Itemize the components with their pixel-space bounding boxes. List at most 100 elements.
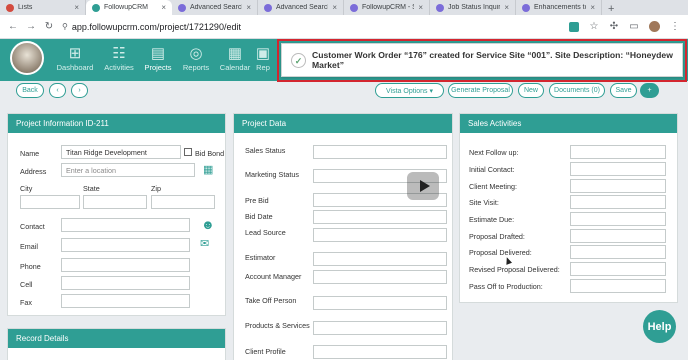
take-off-person-field[interactable] — [313, 296, 447, 310]
tab-favicon-icon — [350, 3, 358, 12]
initial-contact-field[interactable] — [570, 162, 666, 176]
pass-off-to-production-field[interactable] — [570, 279, 666, 293]
revised-proposal-delivered-field[interactable] — [570, 262, 666, 276]
browser-tab-advanced-search-2[interactable]: Advanced Search × — [258, 0, 344, 15]
phone-label: Phone — [20, 262, 41, 271]
browser-tab-bar: Lists × FollowupCRM × Advanced Search × Adv… — [0, 0, 688, 15]
browser-menu-icon[interactable]: ⋮ — [670, 21, 680, 32]
bookmark-star-icon[interactable]: ☆ — [589, 21, 599, 32]
envelope-icon[interactable]: ✉ — [200, 237, 209, 250]
site-info-icon[interactable]: ⚲ — [62, 22, 68, 31]
next-button[interactable]: › — [71, 83, 88, 98]
bid-bond-checkbox[interactable] — [184, 148, 192, 156]
lead-source-label: Lead Source — [245, 228, 286, 237]
back-arrow-icon[interactable]: ← — [8, 21, 18, 32]
url-field[interactable]: ⚲ app.followupcrm.com/project/1721290/edi… — [62, 22, 561, 32]
fax-field[interactable] — [61, 294, 190, 308]
sales-status-field[interactable] — [313, 145, 447, 159]
site-visit-label: Site Visit: — [469, 198, 499, 207]
extension-icon[interactable] — [569, 21, 579, 32]
nav-label: Calendar — [219, 63, 251, 72]
address-bar: ← → ↻ ⚲ app.followupcrm.com/project/17212… — [0, 15, 688, 39]
browser-tab-followupcrm-s[interactable]: FollowupCRM - S × — [344, 0, 430, 15]
close-icon[interactable]: × — [590, 3, 595, 12]
marketing-status-label: Marketing Status — [245, 170, 299, 179]
rep-icon: ▣ — [255, 45, 271, 62]
new-button[interactable]: New — [518, 83, 544, 98]
back-button[interactable]: Back — [16, 83, 44, 98]
products-services-field[interactable] — [313, 321, 447, 335]
name-field[interactable] — [61, 145, 181, 159]
nav-label: Reports — [182, 63, 210, 72]
tab-title: Advanced Search — [190, 4, 243, 11]
phone-field[interactable] — [61, 258, 190, 272]
reload-icon[interactable]: ↻ — [44, 21, 54, 32]
next-follow-up-field[interactable] — [570, 145, 666, 159]
play-icon[interactable] — [407, 172, 439, 200]
close-icon[interactable]: × — [418, 3, 423, 12]
panel-title: Project Information ID-211 — [8, 114, 225, 133]
city-field[interactable] — [20, 195, 80, 209]
tab-title: FollowupCRM - S — [362, 4, 415, 11]
cast-icon[interactable]: ▭ — [629, 21, 639, 32]
address-label: Address — [20, 167, 47, 176]
cell-field[interactable] — [61, 276, 190, 290]
nav-dashboard[interactable]: ⊞ Dashboard — [52, 45, 98, 72]
tab-favicon-icon — [436, 3, 444, 12]
email-field[interactable] — [61, 238, 190, 252]
proposal-drafted-label: Proposal Drafted: — [469, 232, 525, 241]
contact-field[interactable] — [61, 218, 190, 232]
browser-tab-enhancements[interactable]: Enhancements to × — [516, 0, 602, 15]
documents-button[interactable]: Documents (0) — [549, 83, 605, 98]
browser-tab-job-status[interactable]: Job Status Inquiry × — [430, 0, 516, 15]
sales-activities-panel: Sales Activities Next Follow up: Initial… — [459, 113, 678, 303]
add-button[interactable]: + — [640, 83, 659, 98]
puzzle-extensions-icon[interactable]: ✣ — [609, 21, 619, 32]
state-field[interactable] — [83, 195, 147, 209]
nav-label: Projects — [144, 63, 172, 72]
forward-arrow-icon[interactable]: → — [26, 21, 36, 32]
estimator-field[interactable] — [313, 252, 447, 266]
contact-card-icon[interactable]: ☻ — [201, 217, 215, 232]
url-text: app.followupcrm.com/project/1721290/edit — [71, 21, 241, 32]
client-meeting-field[interactable] — [570, 179, 666, 193]
account-manager-field[interactable] — [313, 270, 447, 284]
bid-date-field[interactable] — [313, 210, 447, 224]
map-icon[interactable]: ▦ — [203, 163, 213, 176]
tab-title: FollowupCRM — [104, 4, 148, 11]
client-profile-field[interactable] — [313, 345, 447, 359]
close-icon[interactable]: × — [74, 3, 79, 12]
profile-avatar[interactable] — [649, 21, 660, 32]
tab-favicon-icon — [264, 3, 272, 12]
save-button[interactable]: Save — [610, 83, 637, 98]
help-button[interactable]: Help — [643, 310, 676, 343]
nav-rep[interactable]: ▣ Rep — [250, 45, 276, 72]
close-icon[interactable]: × — [332, 3, 337, 12]
tab-favicon-icon — [92, 3, 100, 12]
panel-title: Project Data — [234, 114, 452, 133]
close-icon[interactable]: × — [161, 3, 166, 12]
zip-field[interactable] — [151, 195, 215, 209]
tab-title: Enhancements to — [534, 4, 587, 11]
address-field[interactable] — [61, 163, 195, 177]
vista-options-button[interactable]: Vista Options ▾ — [375, 83, 444, 98]
new-tab-button[interactable]: + — [602, 3, 620, 15]
record-details-panel: Record Details — [7, 328, 226, 360]
browser-tab-lists[interactable]: Lists × — [0, 0, 86, 15]
highlight-box — [277, 39, 687, 82]
proposal-delivered-label: Proposal Delivered: — [469, 248, 532, 257]
proposal-drafted-field[interactable] — [570, 229, 666, 243]
site-visit-field[interactable] — [570, 195, 666, 209]
previous-button[interactable]: ‹ — [49, 83, 66, 98]
client-meeting-label: Client Meeting: — [469, 182, 517, 191]
nav-label: Rep — [256, 63, 270, 72]
generate-proposal-button[interactable]: Generate Proposal — [448, 83, 513, 98]
close-icon[interactable]: × — [246, 3, 251, 12]
proposal-delivered-field[interactable] — [570, 245, 666, 259]
close-icon[interactable]: × — [504, 3, 509, 12]
estimate-due-field[interactable] — [570, 212, 666, 226]
browser-tab-followupcrm[interactable]: FollowupCRM × — [86, 0, 172, 15]
lead-source-field[interactable] — [313, 228, 447, 242]
company-logo[interactable] — [10, 41, 44, 75]
browser-tab-advanced-search[interactable]: Advanced Search × — [172, 0, 258, 15]
